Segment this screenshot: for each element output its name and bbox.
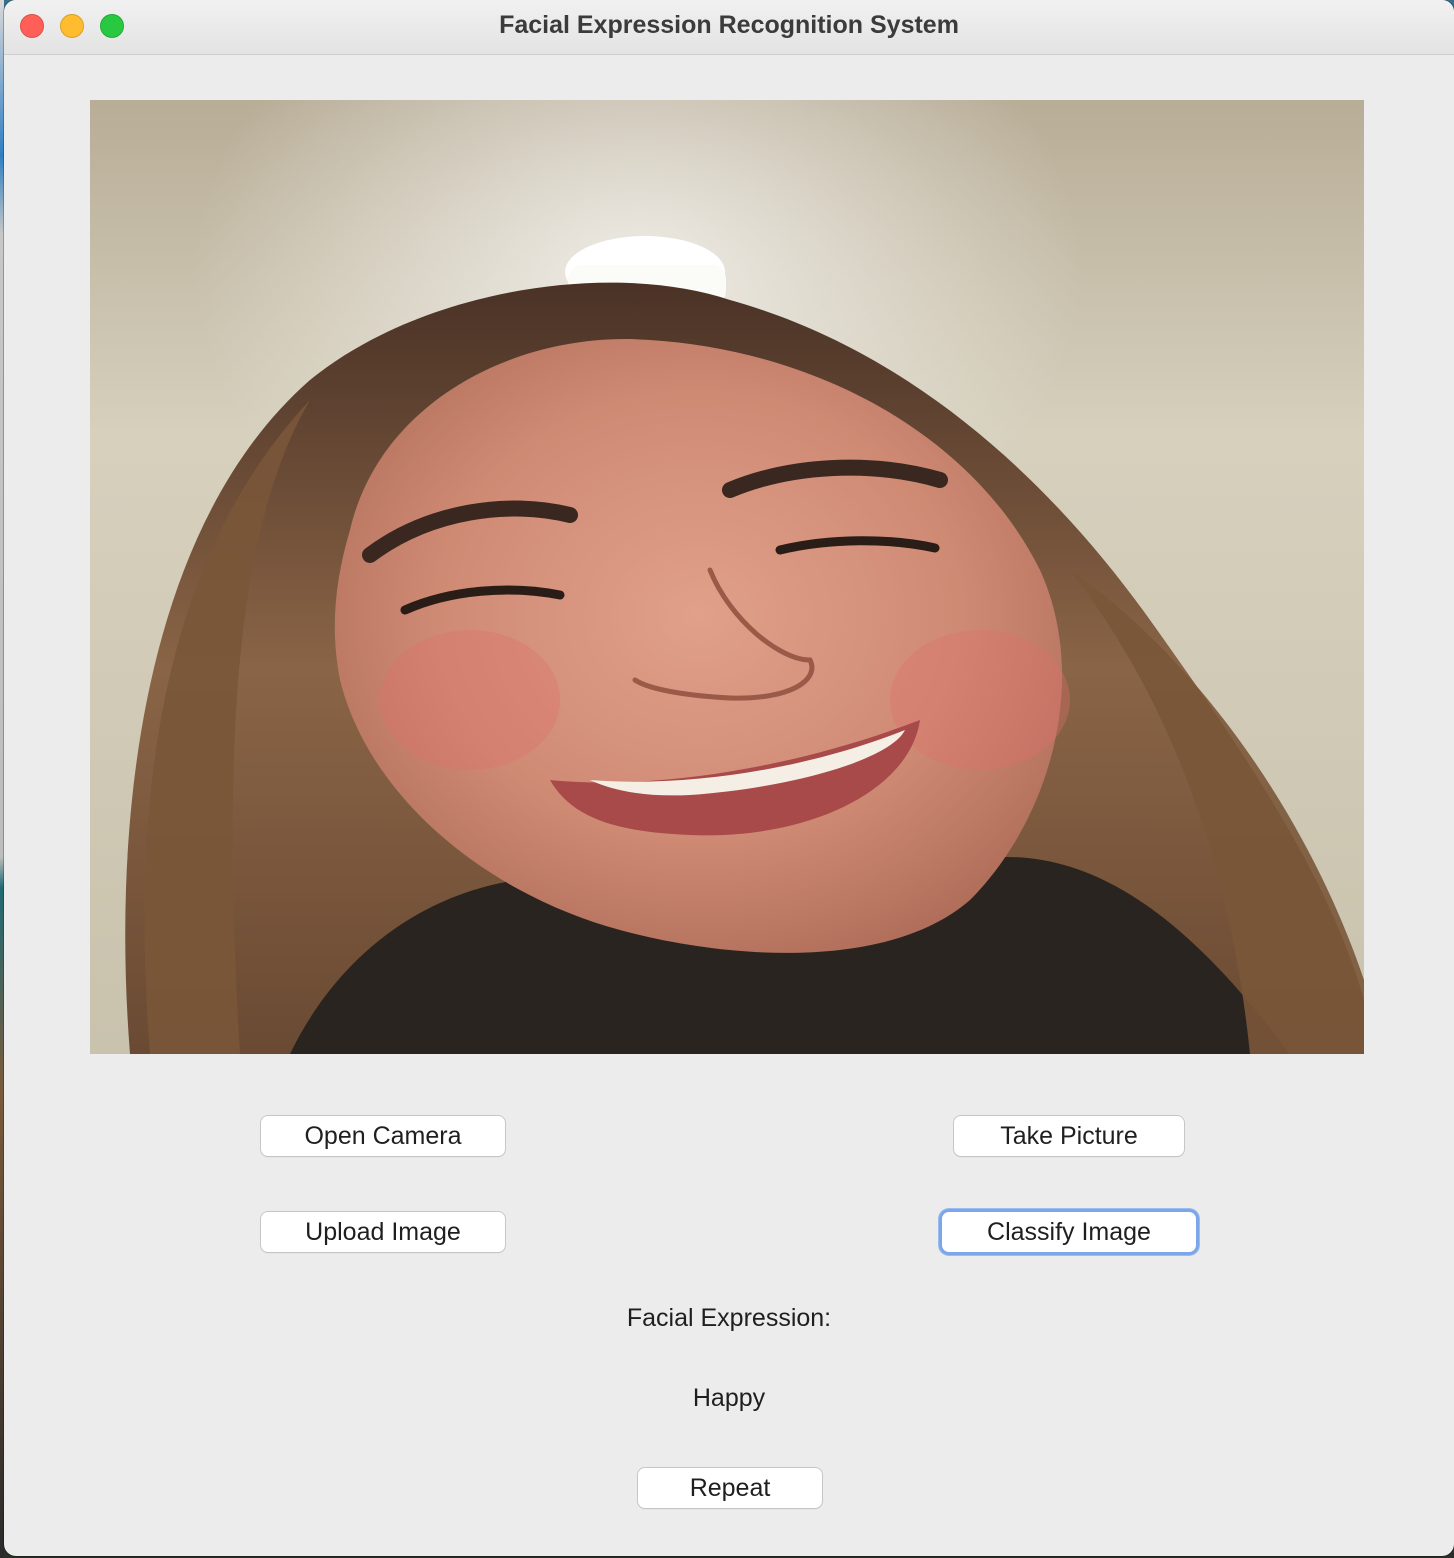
app-window: Facial Expression Recognition System Ope… (4, 0, 1454, 1556)
repeat-button[interactable]: Repeat (638, 1468, 822, 1508)
window-title: Facial Expression Recognition System (499, 11, 959, 39)
open-camera-button[interactable]: Open Camera (261, 1116, 505, 1156)
title-bar[interactable]: Facial Expression Recognition System (4, 0, 1454, 55)
classify-image-button[interactable]: Classify Image (942, 1212, 1196, 1252)
take-picture-button[interactable]: Take Picture (954, 1116, 1184, 1156)
face-photo-illustration (90, 100, 1364, 1054)
upload-image-button[interactable]: Upload Image (261, 1212, 505, 1252)
captured-photo (90, 100, 1364, 1054)
facial-expression-label: Facial Expression: (626, 1304, 832, 1332)
facial-expression-result: Happy (692, 1384, 766, 1412)
